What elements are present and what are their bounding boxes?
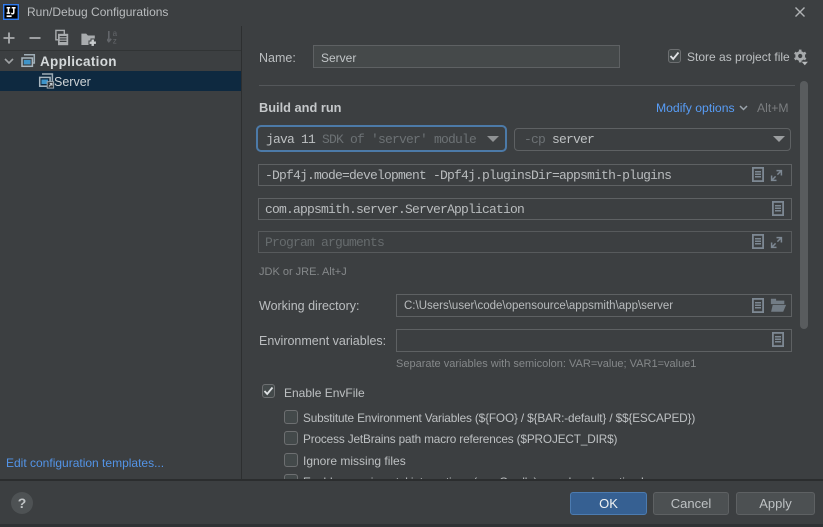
svg-text:z: z bbox=[113, 37, 117, 45]
